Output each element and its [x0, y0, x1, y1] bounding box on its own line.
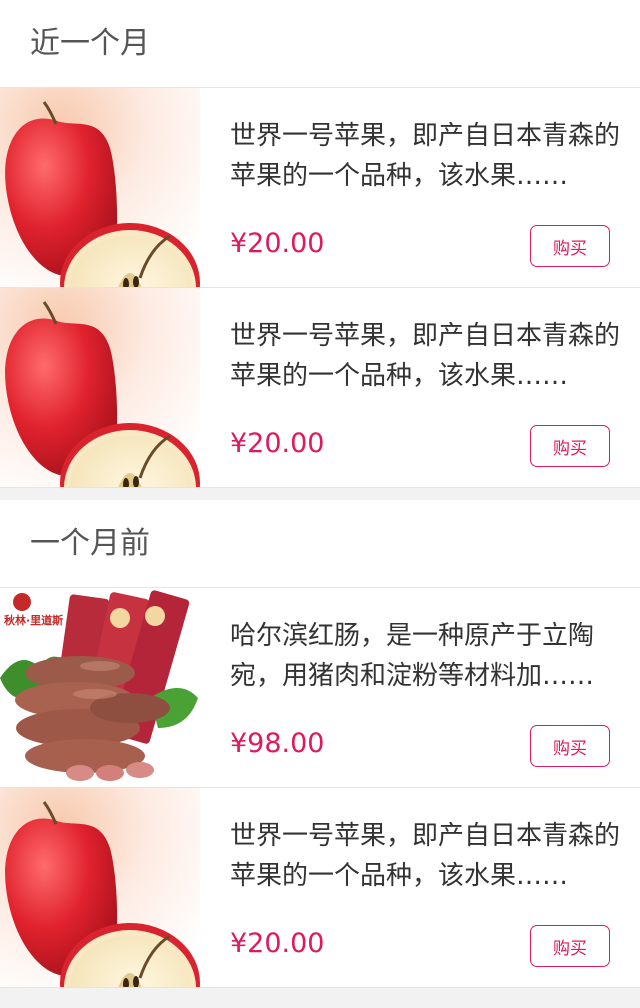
sausage-icon: 秋林·里道斯	[0, 588, 200, 787]
section-divider	[0, 488, 640, 500]
buy-button[interactable]: 购买	[530, 225, 610, 267]
section-month-ago: 一个月前 秋林·里道斯 哈尔滨红肠，是一种原产于立陶宛，用猪肉和淀粉等材料加………	[0, 500, 640, 988]
apple-icon	[0, 288, 200, 487]
apple-icon	[0, 788, 200, 987]
apple-icon	[0, 88, 200, 287]
item-price: ¥20.00	[230, 228, 325, 259]
section-recent-month: 近一个月 世界一号苹果，即产自日本青森的苹果的一个品种，该水果…… ¥20.00…	[0, 0, 640, 488]
section-title: 近一个月	[0, 0, 640, 88]
item-description: 世界一号苹果，即产自日本青森的苹果的一个品种，该水果……	[230, 821, 621, 891]
item-price: ¥20.00	[230, 428, 325, 459]
list-item[interactable]: 世界一号苹果，即产自日本青森的苹果的一个品种，该水果…… ¥20.00 购买	[0, 288, 640, 488]
buy-button[interactable]: 购买	[530, 425, 610, 467]
section-title: 一个月前	[0, 500, 640, 588]
item-price: ¥20.00	[230, 928, 325, 959]
item-description: 哈尔滨红肠，是一种原产于立陶宛，用猪肉和淀粉等材料加……	[230, 621, 595, 691]
buy-button[interactable]: 购买	[530, 725, 610, 767]
item-description: 世界一号苹果，即产自日本青森的苹果的一个品种，该水果……	[230, 321, 621, 391]
list-item[interactable]: 秋林·里道斯 哈尔滨红肠，是一种原产于立陶宛，用猪肉和淀粉等材料加…… ¥98.…	[0, 588, 640, 788]
list-item[interactable]: 世界一号苹果，即产自日本青森的苹果的一个品种，该水果…… ¥20.00 购买	[0, 88, 640, 288]
item-description: 世界一号苹果，即产自日本青森的苹果的一个品种，该水果……	[230, 121, 621, 191]
item-price: ¥98.00	[230, 728, 325, 759]
list-item[interactable]: 世界一号苹果，即产自日本青森的苹果的一个品种，该水果…… ¥20.00 购买	[0, 788, 640, 988]
svg-text:秋林·里道斯: 秋林·里道斯	[4, 613, 63, 627]
buy-button[interactable]: 购买	[530, 925, 610, 967]
